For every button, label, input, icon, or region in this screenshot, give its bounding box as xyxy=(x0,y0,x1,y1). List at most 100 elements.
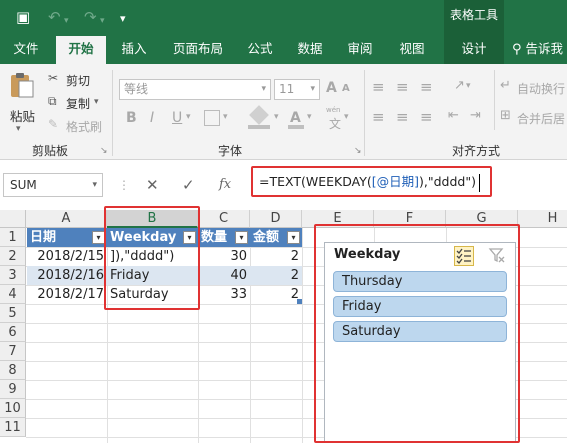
tab-formulas[interactable]: 公式 xyxy=(240,36,280,64)
slicer-item-saturday[interactable]: Saturday xyxy=(333,321,507,342)
font-size-combo[interactable]: 11 ▾ xyxy=(274,79,320,100)
column-header-g[interactable]: G xyxy=(446,210,518,228)
table-cell[interactable]: 2 xyxy=(250,266,302,285)
paste-dropdown-icon[interactable]: ▾ xyxy=(16,124,21,134)
column-header-c[interactable]: C xyxy=(198,210,250,228)
customize-icon[interactable]: ▾ xyxy=(120,10,126,28)
font-color-dropdown-icon[interactable]: ▾ xyxy=(307,112,312,122)
table-cell[interactable]: 40 xyxy=(198,266,250,285)
paste-icon[interactable] xyxy=(10,72,34,98)
editing-cell[interactable]: ]),"dddd") xyxy=(107,247,198,266)
underline-button[interactable]: U xyxy=(172,110,182,126)
table-cell[interactable]: 2 xyxy=(250,285,302,304)
font-launcher-icon[interactable]: ↘ xyxy=(354,146,362,156)
row-header-3[interactable]: 3 xyxy=(0,266,26,285)
orientation-icon[interactable]: ↗ xyxy=(454,78,465,93)
row-header-8[interactable]: 8 xyxy=(0,361,26,380)
copy-dropdown-icon[interactable]: ▾ xyxy=(94,97,99,107)
phonetic-dropdown-icon[interactable]: ▾ xyxy=(344,112,349,122)
name-box[interactable]: SUM ▾ xyxy=(3,173,103,197)
grow-font-button[interactable]: A xyxy=(326,80,337,96)
weekday-slicer[interactable]: Weekday Thursday Friday Saturday xyxy=(324,242,516,443)
orientation-dropdown-icon[interactable]: ▾ xyxy=(466,81,471,91)
row-header-1[interactable]: 1 xyxy=(0,228,26,247)
formula-input[interactable]: =TEXT(WEEKDAY([@日期]),"dddd") xyxy=(251,167,567,197)
table-header-weekday[interactable]: Weekday ▾ xyxy=(107,228,198,247)
clear-filter-icon[interactable] xyxy=(487,246,507,266)
wrap-text-button[interactable]: 自动换行 xyxy=(517,80,565,97)
decrease-indent-icon[interactable]: ⇤ xyxy=(448,108,459,123)
cancel-button[interactable]: ✕ xyxy=(146,175,159,195)
redo-icon[interactable]: ↷ xyxy=(84,8,97,26)
bold-button[interactable]: B xyxy=(126,110,137,126)
table-cell[interactable]: 2018/2/15 xyxy=(27,247,107,266)
enter-button[interactable]: ✓ xyxy=(182,175,195,195)
slicer-item-friday[interactable]: Friday xyxy=(333,296,507,317)
align-bottom-icon[interactable]: ≡ xyxy=(420,78,433,96)
tab-review[interactable]: 审阅 xyxy=(340,36,380,64)
column-header-d[interactable]: D xyxy=(250,210,302,228)
table-header-quantity[interactable]: 数量 ▾ xyxy=(198,228,250,247)
table-resize-handle[interactable] xyxy=(297,299,302,304)
clipboard-launcher-icon[interactable]: ↘ xyxy=(100,146,108,156)
filter-dropdown-icon[interactable]: ▾ xyxy=(92,231,105,244)
cut-button[interactable]: 剪切 xyxy=(66,72,90,89)
tab-design[interactable]: 设计 xyxy=(444,36,504,64)
row-header-10[interactable]: 10 xyxy=(0,399,26,418)
phonetic-icon[interactable]: 文 xyxy=(329,115,341,132)
format-painter-button[interactable]: 格式刷 xyxy=(66,118,102,135)
row-header-5[interactable]: 5 xyxy=(0,304,26,323)
row-header-4[interactable]: 4 xyxy=(0,285,26,304)
row-header-7[interactable]: 7 xyxy=(0,342,26,361)
row-header-2[interactable]: 2 xyxy=(0,247,26,266)
italic-button[interactable]: I xyxy=(150,110,154,126)
slicer-item-thursday[interactable]: Thursday xyxy=(333,271,507,292)
table-cell[interactable]: 2018/2/16 xyxy=(27,266,107,285)
table-cell[interactable]: 2018/2/17 xyxy=(27,285,107,304)
tab-page-layout[interactable]: 页面布局 xyxy=(166,36,230,64)
table-header-date[interactable]: 日期 ▾ xyxy=(27,228,107,247)
tab-file[interactable]: 文件 xyxy=(6,36,46,64)
fill-dropdown-icon[interactable]: ▾ xyxy=(274,112,279,122)
column-header-e[interactable]: E xyxy=(302,210,374,228)
undo-icon[interactable]: ↶ xyxy=(48,8,61,26)
row-header-6[interactable]: 6 xyxy=(0,323,26,342)
merge-center-button[interactable]: 合并后居 xyxy=(517,110,565,127)
align-center-icon[interactable]: ≡ xyxy=(396,108,409,126)
column-header-b[interactable]: B xyxy=(107,210,198,228)
tab-home[interactable]: 开始 xyxy=(56,36,106,64)
table-cell[interactable]: 30 xyxy=(198,247,250,266)
fill-color-icon[interactable] xyxy=(249,105,269,125)
filter-dropdown-icon[interactable]: ▾ xyxy=(235,231,248,244)
filter-dropdown-icon[interactable]: ▾ xyxy=(287,231,300,244)
align-left-icon[interactable]: ≡ xyxy=(372,108,385,126)
shrink-font-button[interactable]: A xyxy=(342,83,350,94)
font-color-icon[interactable]: A xyxy=(290,110,301,126)
align-right-icon[interactable]: ≡ xyxy=(420,108,433,126)
select-all-corner[interactable] xyxy=(0,210,26,228)
table-cell[interactable]: 33 xyxy=(198,285,250,304)
tab-view[interactable]: 视图 xyxy=(392,36,432,64)
row-header-9[interactable]: 9 xyxy=(0,380,26,399)
table-cell[interactable]: Saturday xyxy=(107,285,198,304)
tab-data[interactable]: 数据 xyxy=(290,36,330,64)
paste-button[interactable]: 粘贴 xyxy=(10,106,35,125)
column-header-a[interactable]: A xyxy=(26,210,107,228)
underline-dropdown-icon[interactable]: ▾ xyxy=(186,112,191,122)
border-dropdown-icon[interactable]: ▾ xyxy=(223,112,228,122)
copy-button[interactable]: 复制 xyxy=(66,95,90,112)
table-cell[interactable]: Friday xyxy=(107,266,198,285)
table-cell[interactable]: 2 xyxy=(250,247,302,266)
increase-indent-icon[interactable]: ⇥ xyxy=(470,108,481,123)
tell-me-box[interactable]: ⚲ 告诉我 xyxy=(512,36,567,64)
save-icon[interactable]: ▣ xyxy=(16,8,30,26)
multi-select-icon[interactable] xyxy=(454,246,474,266)
align-middle-icon[interactable]: ≡ xyxy=(396,78,409,96)
redo-dropdown-icon[interactable]: ▾ xyxy=(100,12,105,30)
table-header-amount[interactable]: 金额 ▾ xyxy=(250,228,302,247)
font-name-combo[interactable]: 等线 ▾ xyxy=(119,79,271,100)
row-header-11[interactable]: 11 xyxy=(0,418,26,437)
tab-insert[interactable]: 插入 xyxy=(114,36,154,64)
filter-dropdown-icon[interactable]: ▾ xyxy=(183,231,196,244)
border-icon[interactable] xyxy=(204,110,220,126)
